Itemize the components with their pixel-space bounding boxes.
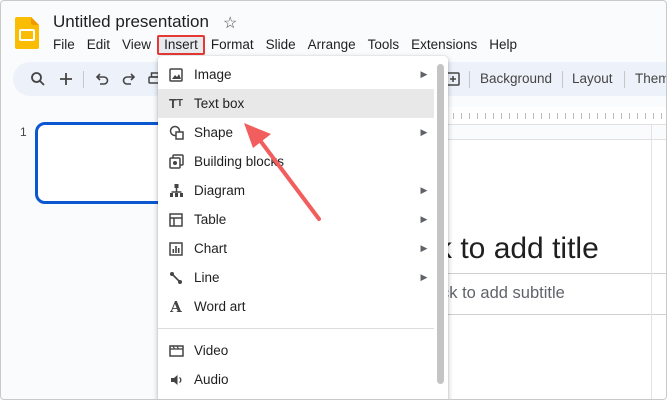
theme-button[interactable]: Theme (635, 71, 666, 86)
menu-slide[interactable]: Slide (260, 35, 302, 55)
submenu-arrow-icon: ▶ (420, 243, 428, 253)
diagram-icon (158, 183, 194, 198)
menu-item-label: Shape (194, 125, 234, 140)
subtitle-placeholder[interactable]: ck to add subtitle (441, 284, 565, 303)
submenu-arrow-icon: ▶ (420, 214, 428, 224)
menu-item-line[interactable]: Line ▶ (158, 263, 434, 292)
building-blocks-icon (158, 154, 194, 169)
menu-item-diagram[interactable]: Diagram ▶ (158, 176, 434, 205)
text-box-icon: TT (168, 96, 184, 111)
menu-format[interactable]: Format (205, 35, 260, 55)
menu-tools[interactable]: Tools (362, 35, 406, 55)
menu-file[interactable]: File (47, 35, 81, 55)
menu-item-label: Line (194, 270, 220, 285)
menu-item-image[interactable]: Image ▶ (158, 60, 434, 89)
layout-button[interactable]: Layout (572, 71, 613, 86)
word-art-icon: A (170, 297, 182, 316)
menu-item-audio[interactable]: Audio (158, 365, 434, 394)
title-placeholder[interactable]: k to add title (437, 232, 599, 266)
menu-item-label: Text box (194, 96, 245, 111)
menu-item-shape[interactable]: Shape ▶ (158, 118, 434, 147)
menu-scrollbar[interactable] (437, 64, 444, 384)
submenu-arrow-icon: ▶ (420, 272, 428, 282)
video-icon (158, 344, 194, 358)
menu-item-label: Chart (194, 241, 228, 256)
menu-item-chart[interactable]: Chart ▶ (158, 234, 434, 263)
menu-item-label: Table (194, 212, 227, 227)
audio-icon (158, 373, 194, 387)
menu-item-table[interactable]: Table ▶ (158, 205, 434, 234)
menu-edit[interactable]: Edit (81, 35, 116, 55)
submenu-arrow-icon: ▶ (420, 185, 428, 195)
menu-arrange[interactable]: Arrange (302, 35, 362, 55)
menu-help[interactable]: Help (483, 35, 523, 55)
background-button[interactable]: Background (480, 71, 552, 86)
shape-icon (158, 125, 194, 140)
menu-item-label: Video (194, 343, 229, 358)
menu-bar: File Edit View Insert Format Slide Arran… (47, 35, 523, 55)
menu-item-label: Image (194, 67, 232, 82)
menu-view[interactable]: View (116, 35, 157, 55)
line-icon (158, 271, 194, 285)
chart-icon (158, 241, 194, 256)
menu-item-word-art[interactable]: A Word art (158, 292, 434, 321)
ruler (437, 107, 666, 125)
menu-item-label: Audio (194, 372, 229, 387)
undo-icon[interactable] (93, 70, 111, 88)
menu-item-label: Building blocks (194, 154, 285, 169)
plus-icon[interactable] (57, 70, 75, 88)
slide-number: 1 (20, 125, 27, 139)
slides-logo-icon[interactable] (15, 17, 39, 49)
menu-insert[interactable]: Insert (157, 35, 205, 55)
redo-icon[interactable] (120, 70, 138, 88)
menu-item-label: Diagram (194, 183, 246, 198)
submenu-arrow-icon: ▶ (420, 127, 428, 137)
slide-thumbnail[interactable] (35, 122, 175, 204)
menu-item-text-box[interactable]: TT Text box (158, 89, 434, 118)
menu-item-label: Word art (194, 299, 246, 314)
table-icon (158, 212, 194, 227)
menu-divider (158, 328, 434, 329)
star-icon[interactable]: ☆ (223, 13, 237, 33)
slide-canvas[interactable] (437, 139, 666, 399)
app-window: Untitled presentation ☆ File Edit View I… (0, 0, 667, 400)
menu-item-video[interactable]: Video (158, 336, 434, 365)
canvas-guide (651, 125, 652, 399)
insert-menu: Image ▶ TT Text box Shape ▶ Building blo… (158, 56, 448, 399)
image-icon (158, 67, 194, 82)
menu-extensions[interactable]: Extensions (405, 35, 483, 55)
search-icon[interactable] (29, 70, 47, 88)
document-title[interactable]: Untitled presentation (53, 12, 209, 32)
menu-item-building-blocks[interactable]: Building blocks (158, 147, 434, 176)
submenu-arrow-icon: ▶ (420, 69, 428, 79)
